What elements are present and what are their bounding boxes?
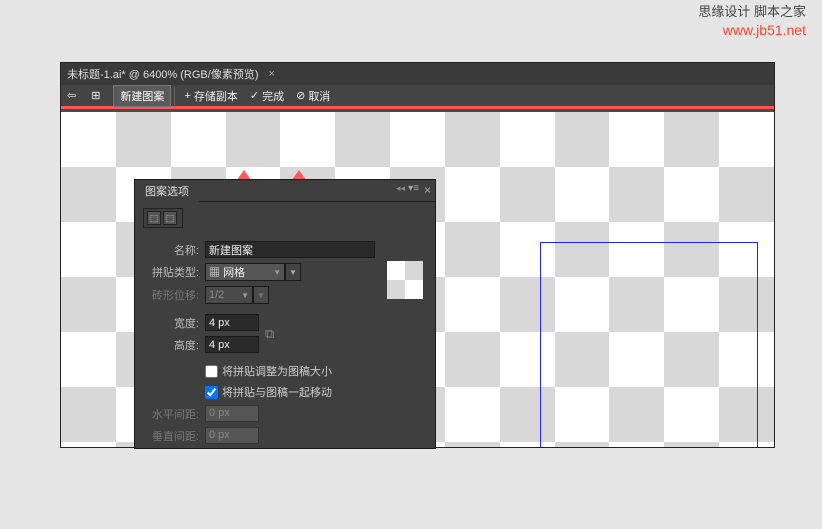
tab-bar: 未标题-1.ai* @ 6400% (RGB/像素预览) × bbox=[61, 63, 774, 85]
chevron-down-icon: ▼ bbox=[273, 268, 281, 277]
chevron-down-icon: ▼ bbox=[241, 291, 249, 300]
document-tab[interactable]: 未标题-1.ai* @ 6400% (RGB/像素预览) bbox=[67, 66, 258, 82]
width-label: 宽度: bbox=[149, 315, 199, 331]
tile-edge-icon[interactable]: ⬚ bbox=[147, 211, 161, 225]
pattern-options-panel[interactable]: 图案选项 ◂◂ ▾≡ × ⬚⬚ 名称: 拼贴类型: ▦ 网格▼ ▼ 砖形位移: … bbox=[134, 179, 436, 449]
done-button[interactable]: ✓完成 bbox=[244, 88, 290, 104]
vspace-input: 0 px bbox=[205, 427, 259, 444]
panel-title[interactable]: 图案选项 bbox=[135, 180, 199, 202]
cb1-label: 将拼贴调整为图稿大小 bbox=[222, 363, 332, 379]
panel-body: ⬚⬚ 名称: 拼贴类型: ▦ 网格 ▼ ▼ 砖形位移: 1/2 ▼ ▼ 宽度: bbox=[135, 202, 435, 453]
cb2-label: 将拼贴与图稿一起移动 bbox=[222, 384, 332, 400]
panel-header: 图案选项 ◂◂ ▾≡ × bbox=[135, 180, 435, 202]
brick-offset-drop: ▼ bbox=[253, 286, 269, 304]
pattern-action-bar: ⇦ ⊞ 新建图案 + 存储副本 ✓完成 ⊘取消 bbox=[61, 85, 774, 109]
tile-bounding-box[interactable] bbox=[540, 242, 758, 447]
collapse-icon[interactable]: ◂◂ bbox=[396, 183, 405, 194]
mode-label: 新建图案 bbox=[113, 85, 171, 107]
name-label: 名称: bbox=[149, 242, 199, 258]
hspace-input: 0 px bbox=[205, 405, 259, 422]
tile-preview-swatch bbox=[387, 261, 423, 299]
cancel-button[interactable]: ⊘取消 bbox=[290, 88, 336, 104]
brick-offset-value: 1/2 bbox=[209, 289, 224, 301]
vspace-label: 垂直间距: bbox=[149, 428, 199, 444]
size-to-art-checkbox[interactable] bbox=[205, 365, 218, 378]
grid-icon: ▦ bbox=[209, 267, 223, 279]
watermark: 思缘设计 脚本之家 www.jb51.net bbox=[698, 4, 806, 39]
save-label: 存储副本 bbox=[194, 88, 238, 104]
tile-type-select[interactable]: ▦ 网格 ▼ bbox=[205, 263, 285, 281]
close-tab-icon[interactable]: × bbox=[268, 68, 274, 80]
tile-type-label: 拼贴类型: bbox=[149, 264, 199, 280]
panel-menu-icon[interactable]: ▾≡ bbox=[408, 183, 419, 194]
wm-line2: www.jb51.net bbox=[698, 21, 806, 39]
hspace-label: 水平间距: bbox=[149, 406, 199, 422]
panel-close-icon[interactable]: × bbox=[424, 183, 431, 197]
wm-line1: 思缘设计 脚本之家 bbox=[698, 4, 806, 21]
separator bbox=[174, 87, 175, 105]
check-icon: ✓ bbox=[250, 89, 259, 102]
brick-offset-select: 1/2 ▼ bbox=[205, 286, 253, 304]
move-with-art-checkbox[interactable] bbox=[205, 386, 218, 399]
done-label: 完成 bbox=[262, 88, 284, 104]
link-dimensions-icon[interactable]: ⧉ bbox=[265, 326, 274, 342]
width-input[interactable] bbox=[205, 314, 259, 331]
plus-icon: + bbox=[184, 90, 190, 102]
save-copy-button[interactable]: + 存储副本 bbox=[178, 88, 243, 104]
hue-icon[interactable]: ⊞ bbox=[85, 89, 109, 102]
tile-type-value: 网格 bbox=[223, 267, 245, 279]
swatch-icon: ⊞ bbox=[91, 89, 100, 102]
tile-type-drop[interactable]: ▼ bbox=[285, 263, 301, 281]
cancel-label: 取消 bbox=[308, 88, 330, 104]
tile-edge-icon[interactable]: ⬚ bbox=[163, 211, 177, 225]
name-input[interactable] bbox=[205, 241, 375, 258]
arrow-left-icon: ⇦ bbox=[67, 89, 76, 102]
height-label: 高度: bbox=[149, 337, 199, 353]
back-button[interactable]: ⇦ bbox=[61, 89, 85, 102]
brick-offset-label: 砖形位移: bbox=[149, 287, 199, 303]
tile-tool-buttons[interactable]: ⬚⬚ bbox=[143, 208, 183, 228]
height-input[interactable] bbox=[205, 336, 259, 353]
cancel-icon: ⊘ bbox=[296, 89, 305, 102]
